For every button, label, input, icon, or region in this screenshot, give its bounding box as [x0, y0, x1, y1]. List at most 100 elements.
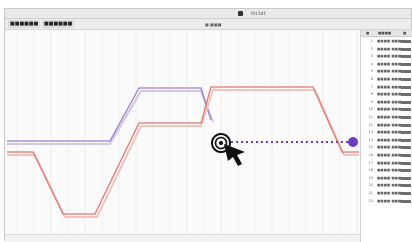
- row-value: ■■■■ ■■■: [377, 69, 402, 74]
- title-bar: ini.txt: [5, 9, 411, 19]
- row-swatch: [401, 70, 411, 74]
- row-value: ■■■■ ■■■: [377, 198, 402, 203]
- row-index: 11: [368, 115, 373, 119]
- row-swatch: [401, 176, 411, 180]
- row-index: 18: [368, 168, 373, 173]
- toolbar-menu-1[interactable]: ■■■■■■: [8, 20, 41, 28]
- row-index: 6: [370, 77, 373, 81]
- panel-row[interactable]: 14 ■■■■ ■■■: [361, 137, 412, 144]
- purple-line[interactable]: [7, 87, 212, 142]
- row-index: 22: [368, 198, 373, 203]
- row-swatch: [401, 47, 411, 51]
- row-swatch: [401, 93, 411, 97]
- panel-row[interactable]: 6 ■■■■ ■■■: [361, 76, 412, 83]
- row-value: ■■■■ ■■■: [377, 122, 402, 127]
- panel-header-col-1: ■: [366, 31, 370, 35]
- toolbar: ■■■■■■ ■■■■■■ ■ ■■■: [5, 19, 411, 30]
- row-value: ■■■■ ■■■: [377, 39, 402, 43]
- row-value: ■■■■ ■■■: [377, 92, 402, 97]
- panel-row[interactable]: 10 ■■■■ ■■■: [361, 106, 412, 113]
- row-swatch: [401, 138, 411, 142]
- row-value: ■■■■ ■■■: [377, 54, 402, 59]
- panel-header: ■ ■■■■ ■: [361, 30, 412, 37]
- panel-row[interactable]: 18 ■■■■ ■■■: [361, 167, 412, 174]
- endpoint-handle[interactable]: [348, 137, 358, 147]
- row-swatch: [401, 154, 411, 157]
- row-value: ■■■■ ■■■: [377, 191, 402, 195]
- arrow-pointer-icon: [224, 144, 245, 166]
- panel-row[interactable]: 1 ■■■■ ■■■: [361, 38, 412, 45]
- line-editor-canvas[interactable]: [5, 30, 361, 242]
- row-swatch: [401, 192, 411, 195]
- panel-row[interactable]: 7 ■■■■ ■■■: [361, 84, 412, 91]
- row-swatch: [401, 85, 411, 89]
- column-label: ■ ■■■: [205, 22, 222, 27]
- row-index: 2: [370, 46, 373, 51]
- row-index: 20: [368, 183, 373, 188]
- row-value: ■■■■ ■■■: [377, 130, 402, 135]
- row-swatch: [401, 131, 411, 135]
- row-value: ■■■■ ■■■: [377, 61, 402, 66]
- row-swatch: [401, 100, 411, 104]
- row-index: 5: [370, 69, 373, 74]
- panel-header-col-2: ■■■■: [378, 31, 392, 35]
- app-icon: [238, 11, 243, 16]
- row-swatch: [401, 55, 411, 59]
- panel-row[interactable]: 16 ■■■■ ■■■: [361, 152, 412, 159]
- row-index: 21: [368, 191, 373, 195]
- panel-row[interactable]: 9 ■■■■ ■■■: [361, 99, 412, 106]
- row-swatch: [401, 184, 411, 188]
- row-index: 12: [368, 122, 373, 127]
- row-value: ■■■■ ■■■: [377, 46, 402, 51]
- row-index: 1: [370, 39, 373, 43]
- row-index: 9: [370, 99, 373, 104]
- line-editor-svg: [7, 30, 359, 242]
- row-swatch: [401, 40, 411, 43]
- panel-row[interactable]: 15 ■■■■ ■■■: [361, 144, 412, 151]
- row-index: 13: [368, 130, 373, 135]
- panel-row[interactable]: 19 ■■■■ ■■■: [361, 175, 412, 182]
- row-swatch: [401, 116, 411, 119]
- panel-row[interactable]: 2 ■■■■ ■■■: [361, 46, 412, 53]
- row-index: 14: [368, 137, 373, 142]
- row-swatch: [401, 108, 411, 112]
- row-value: ■■■■ ■■■: [377, 84, 402, 89]
- row-value: ■■■■ ■■■: [377, 107, 402, 112]
- panel-row[interactable]: 11 ■■■■ ■■■: [361, 114, 412, 121]
- row-value: ■■■■ ■■■: [377, 99, 402, 104]
- panel-row[interactable]: 3 ■■■■ ■■■: [361, 53, 412, 60]
- row-index: 10: [368, 107, 373, 112]
- values-panel: ■ ■■■■ ■ 1 ■■■■ ■■■ 2 ■■■■ ■■■ 3 ■■■■ ■■■ 4 ■■■…: [361, 30, 412, 242]
- row-index: 17: [368, 160, 373, 165]
- row-value: ■■■■ ■■■: [377, 77, 402, 81]
- row-swatch: [401, 123, 411, 127]
- row-value: ■■■■ ■■■: [377, 137, 402, 142]
- panel-row[interactable]: 12 ■■■■ ■■■: [361, 122, 412, 129]
- panel-row[interactable]: 5 ■■■■ ■■■: [361, 68, 412, 75]
- row-index: 19: [368, 175, 373, 180]
- row-index: 8: [370, 92, 373, 97]
- panel-row[interactable]: 17 ■■■■ ■■■: [361, 160, 412, 167]
- panel-row[interactable]: 21 ■■■■ ■■■: [361, 190, 412, 197]
- row-value: ■■■■ ■■■: [377, 145, 402, 150]
- panel-row[interactable]: 13 ■■■■ ■■■: [361, 129, 412, 136]
- row-index: 7: [370, 84, 373, 89]
- row-index: 3: [370, 54, 373, 59]
- panel-row[interactable]: 4 ■■■■ ■■■: [361, 61, 412, 68]
- row-swatch: [401, 199, 411, 203]
- app-window: ini.txt ■■■■■■ ■■■■■■ ■ ■■■ ■ ■■■■ ■ 1 ■…: [4, 8, 412, 242]
- row-index: 4: [370, 61, 373, 66]
- toolbar-menu-2[interactable]: ■■■■■■: [42, 20, 75, 28]
- row-value: ■■■■ ■■■: [377, 160, 402, 165]
- row-swatch: [401, 146, 411, 150]
- row-value: ■■■■ ■■■: [377, 175, 402, 180]
- panel-row[interactable]: 8 ■■■■ ■■■: [361, 91, 412, 98]
- panel-row[interactable]: 22 ■■■■ ■■■: [361, 198, 412, 205]
- row-index: 16: [368, 153, 373, 157]
- purple-line-shadow: [7, 90, 214, 145]
- row-value: ■■■■ ■■■: [377, 115, 402, 119]
- panel-header-col-3: ■: [403, 31, 407, 35]
- panel-row[interactable]: 20 ■■■■ ■■■: [361, 182, 412, 189]
- row-index: 15: [368, 145, 373, 150]
- window-title: ini.txt: [251, 11, 266, 17]
